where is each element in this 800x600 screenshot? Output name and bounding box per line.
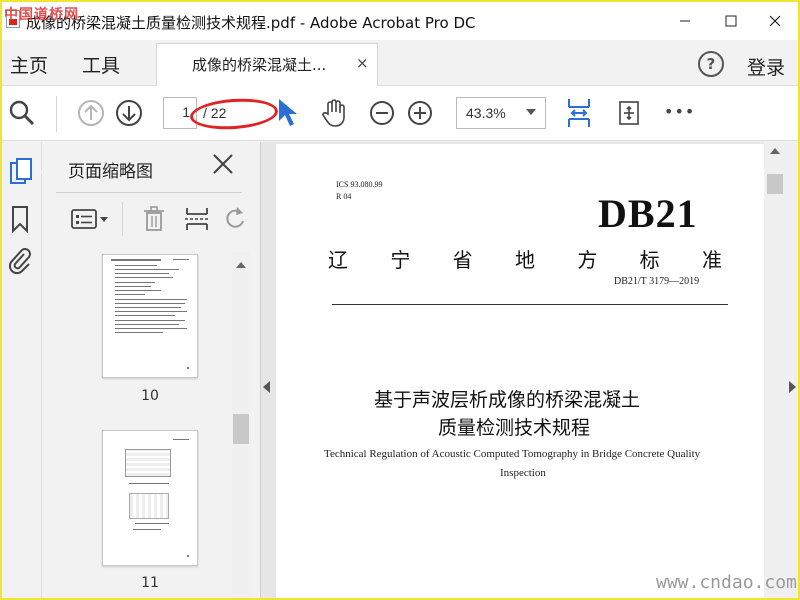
document-title-line2: 质量检测技术规程 [438, 417, 591, 439]
full-screen-icon[interactable] [614, 97, 644, 129]
site-url-watermark: www.cndao.com [656, 572, 797, 593]
rotate-page-icon[interactable] [222, 204, 246, 234]
standard-type-char: 宁 [390, 248, 411, 272]
close-window-button[interactable] [752, 2, 798, 40]
window-title: 成像的桥梁混凝土质量检测技术规程.pdf - Adobe Acrobat Pro… [26, 14, 476, 32]
thumbnail-page-number: 10 [141, 388, 159, 404]
document-scroll-thumb[interactable] [767, 174, 783, 194]
thumbnail-options-icon[interactable] [68, 204, 112, 234]
thumbnail-page-number: 11 [141, 575, 159, 591]
standard-type-char: 省 [452, 248, 473, 272]
chevron-down-icon [526, 109, 536, 115]
menu-home[interactable]: 主页 [10, 51, 48, 78]
thumbnail-scroll-thumb[interactable] [233, 414, 249, 444]
bookmark-icon[interactable] [8, 204, 32, 234]
thumbnails-pane-title: 页面缩略图 [68, 162, 153, 182]
hand-tool-icon[interactable] [318, 97, 350, 129]
pane-splitter[interactable] [260, 142, 274, 598]
standard-type-char: 地 [514, 248, 535, 272]
help-icon[interactable]: ? [698, 51, 724, 77]
fit-width-icon[interactable] [564, 96, 594, 130]
document-title-line1: 基于声波层析成像的桥梁混凝土 [374, 389, 641, 411]
ics-code: ICS 93.080.99 [336, 180, 383, 189]
standard-code: DB21/T 3179—2019 [614, 276, 700, 287]
pane-toolbar-divider [122, 202, 123, 236]
site-logo-watermark: 中国道桥网 [4, 7, 79, 23]
minimize-button[interactable] [662, 2, 708, 40]
tab-close-icon[interactable]: × [356, 54, 369, 72]
login-button[interactable]: 登录 [747, 53, 785, 80]
standard-type-char: 辽 [328, 248, 348, 272]
zoom-out-icon[interactable] [368, 99, 396, 127]
english-title-line2: Inspection [500, 467, 546, 479]
english-title-line1: Technical Regulation of Acoustic Compute… [324, 448, 701, 460]
classification-code: R 04 [336, 192, 352, 201]
insert-page-icon[interactable] [182, 204, 212, 234]
standard-type-char: 方 [577, 248, 598, 272]
menu-tools[interactable]: 工具 [82, 51, 120, 78]
previous-page-icon[interactable] [76, 98, 106, 128]
standard-type-row: 辽 宁 省 地 方 标 准 [328, 244, 722, 273]
collapse-pane-icon[interactable] [263, 381, 270, 393]
page-thumbnails-icon[interactable] [6, 156, 36, 188]
toolbar-divider [56, 96, 57, 132]
scroll-up-icon[interactable] [770, 148, 780, 154]
select-cursor-icon[interactable] [274, 96, 300, 130]
expand-right-pane-icon[interactable] [789, 381, 796, 393]
standard-type-char: 标 [639, 248, 660, 272]
header-rule [332, 304, 728, 305]
document-scrollbar[interactable] [764, 142, 798, 598]
maximize-button[interactable] [708, 2, 754, 40]
zoom-level-value: 43.3% [466, 105, 506, 121]
next-page-icon[interactable] [114, 98, 144, 128]
close-pane-icon[interactable] [212, 153, 234, 181]
thumbnail-page-10[interactable] [102, 254, 198, 378]
standard-mark: DB21 [598, 191, 698, 236]
delete-page-icon[interactable] [140, 204, 168, 234]
thumbnail-page-11[interactable] [102, 430, 198, 566]
standard-type-char: 准 [701, 248, 722, 272]
pane-divider-line [56, 192, 242, 193]
menu-tab-bar [2, 40, 798, 86]
scroll-up-icon[interactable] [236, 262, 246, 268]
zoom-in-icon[interactable] [406, 99, 434, 127]
more-options-icon[interactable]: ••• [664, 102, 695, 121]
document-tab-label: 成像的桥梁混凝土... [192, 56, 327, 74]
attachment-icon[interactable] [6, 246, 34, 276]
search-icon[interactable] [6, 98, 38, 128]
